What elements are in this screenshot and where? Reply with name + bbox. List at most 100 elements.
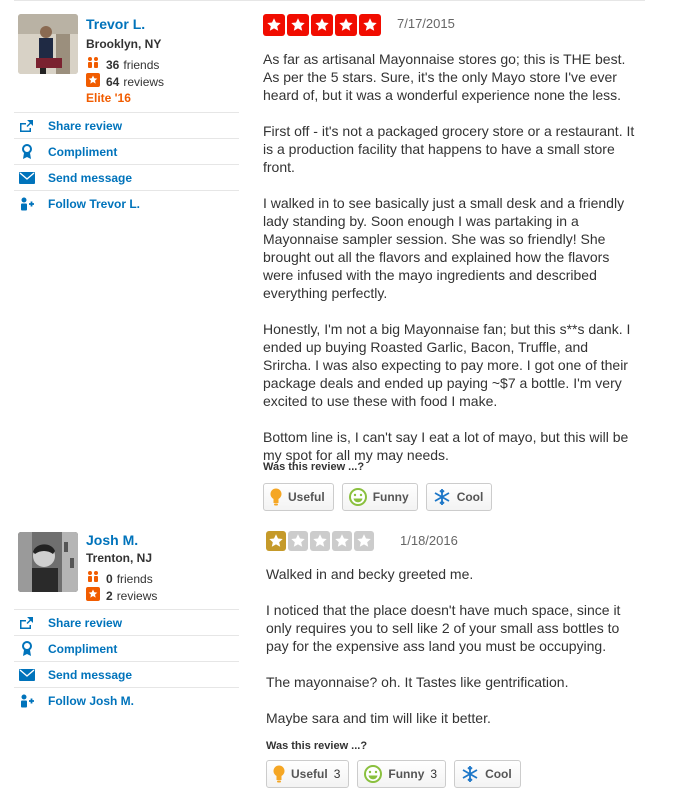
elite-badge[interactable]: Elite '16 <box>86 91 131 105</box>
reviews-label: reviews <box>123 74 165 89</box>
star-icon <box>354 531 374 551</box>
friends-number: 0 <box>106 571 113 586</box>
review-date: 1/18/2016 <box>400 533 458 548</box>
follow-user-label: Follow Trevor L. <box>48 196 141 211</box>
share-review-label: Share review <box>48 615 123 630</box>
cool-button[interactable]: Cool <box>454 760 521 788</box>
compliment-label: Compliment <box>48 144 118 159</box>
follow-user-label: Follow Josh M. <box>48 693 134 708</box>
star-icon <box>263 14 285 36</box>
user-avatar[interactable] <box>18 14 78 74</box>
useful-button[interactable]: Useful 3 <box>266 760 350 788</box>
message-icon <box>18 171 36 184</box>
send-message-link[interactable]: Send message <box>14 662 239 688</box>
review-text: Walked in and becky greeted me. I notice… <box>266 565 642 745</box>
review-item: Josh M. Trenton, NJ 0 friends 2 reviews … <box>0 520 673 800</box>
star-icon <box>335 14 357 36</box>
star-rating <box>266 531 374 551</box>
star-icon <box>332 531 352 551</box>
cool-button[interactable]: Cool <box>425 483 493 511</box>
compliment-icon <box>18 143 36 160</box>
compliment-link[interactable]: Compliment <box>14 636 239 662</box>
funny-button[interactable]: Funny 3 <box>357 760 447 788</box>
send-message-label: Send message <box>48 170 133 185</box>
star-icon <box>311 14 333 36</box>
star-icon <box>288 531 308 551</box>
useful-icon <box>270 488 282 506</box>
share-review-link[interactable]: Share review <box>14 609 239 636</box>
review-date: 7/17/2015 <box>397 16 455 31</box>
useful-label: Useful <box>291 767 328 781</box>
follow-icon <box>18 694 36 708</box>
friends-label: friends <box>123 57 160 72</box>
review-paragraph: Bottom line is, I can't say I eat a lot … <box>263 429 629 463</box>
review-paragraph: I noticed that the place doesn't have mu… <box>266 602 621 654</box>
compliment-link[interactable]: Compliment <box>14 139 239 165</box>
send-message-link[interactable]: Send message <box>14 165 239 191</box>
friends-count: 0 friends <box>86 570 153 587</box>
friends-label: friends <box>116 571 153 586</box>
funny-count: 3 <box>430 767 438 781</box>
vote-buttons: Useful Funny Cool <box>263 483 493 511</box>
compliment-icon <box>18 640 36 657</box>
follow-user-link[interactable]: Follow Josh M. <box>14 688 239 713</box>
reviews-label: reviews <box>116 588 158 603</box>
friends-icon <box>86 56 100 73</box>
follow-user-link[interactable]: Follow Trevor L. <box>14 191 239 216</box>
was-this-review-label: Was this review ...? <box>266 740 368 752</box>
send-message-label: Send message <box>48 667 133 682</box>
user-location: Brooklyn, NY <box>86 37 162 51</box>
review-paragraph: First off - it's not a packaged grocery … <box>263 123 635 175</box>
review-actions: Share review Compliment Send message Fol… <box>14 112 239 216</box>
review-paragraph: I walked in to see basically just a smal… <box>263 195 625 301</box>
message-icon <box>18 668 36 681</box>
follow-icon <box>18 197 36 211</box>
star-icon <box>359 14 381 36</box>
friends-icon <box>86 570 100 587</box>
review-paragraph: Maybe sara and tim will like it better. <box>266 710 491 726</box>
user-avatar[interactable] <box>18 532 78 592</box>
friends-number: 36 <box>106 57 120 72</box>
reviews-number: 64 <box>106 74 120 89</box>
review-item: Trevor L. Brooklyn, NY 36 friends 64 rev… <box>0 0 673 520</box>
share-icon <box>18 119 36 133</box>
reviews-icon <box>86 73 100 90</box>
funny-button[interactable]: Funny <box>341 483 418 511</box>
share-icon <box>18 616 36 630</box>
review-paragraph: As far as artisanal Mayonnaise stores go… <box>263 51 626 103</box>
funny-icon <box>348 488 367 506</box>
star-icon <box>287 14 309 36</box>
cool-icon <box>461 765 479 783</box>
review-paragraph: Honestly, I'm not a big Mayonnaise fan; … <box>263 321 631 409</box>
friends-count: 36 friends <box>86 56 159 73</box>
cool-label: Cool <box>456 490 484 504</box>
review-actions: Share review Compliment Send message Fol… <box>14 609 239 713</box>
reviews-number: 2 <box>106 588 113 603</box>
share-review-link[interactable]: Share review <box>14 112 239 139</box>
reviews-icon <box>86 587 100 604</box>
funny-icon <box>364 765 383 783</box>
user-name-link[interactable]: Josh M. <box>86 532 138 548</box>
compliment-label: Compliment <box>48 641 118 656</box>
useful-icon <box>273 765 285 783</box>
user-location: Trenton, NJ <box>86 551 153 565</box>
useful-count: 3 <box>333 767 341 781</box>
star-rating <box>263 14 381 36</box>
review-paragraph: The mayonnaise? oh. It Tastes like gentr… <box>266 674 569 690</box>
funny-label: Funny <box>372 490 409 504</box>
was-this-review-label: Was this review ...? <box>263 461 365 473</box>
star-icon <box>310 531 330 551</box>
star-icon <box>266 531 286 551</box>
review-text: As far as artisanal Mayonnaise stores go… <box>263 50 639 482</box>
reviews-count: 2 reviews <box>86 587 157 604</box>
user-name-link[interactable]: Trevor L. <box>86 16 145 32</box>
useful-button[interactable]: Useful <box>263 483 334 511</box>
cool-icon <box>433 488 451 506</box>
cool-label: Cool <box>485 767 512 781</box>
useful-label: Useful <box>288 490 325 504</box>
funny-label: Funny <box>388 767 425 781</box>
vote-buttons: Useful 3 Funny 3 Cool <box>266 760 521 788</box>
share-review-label: Share review <box>48 118 123 133</box>
reviews-count: 64 reviews <box>86 73 164 90</box>
review-paragraph: Walked in and becky greeted me. <box>266 566 474 582</box>
